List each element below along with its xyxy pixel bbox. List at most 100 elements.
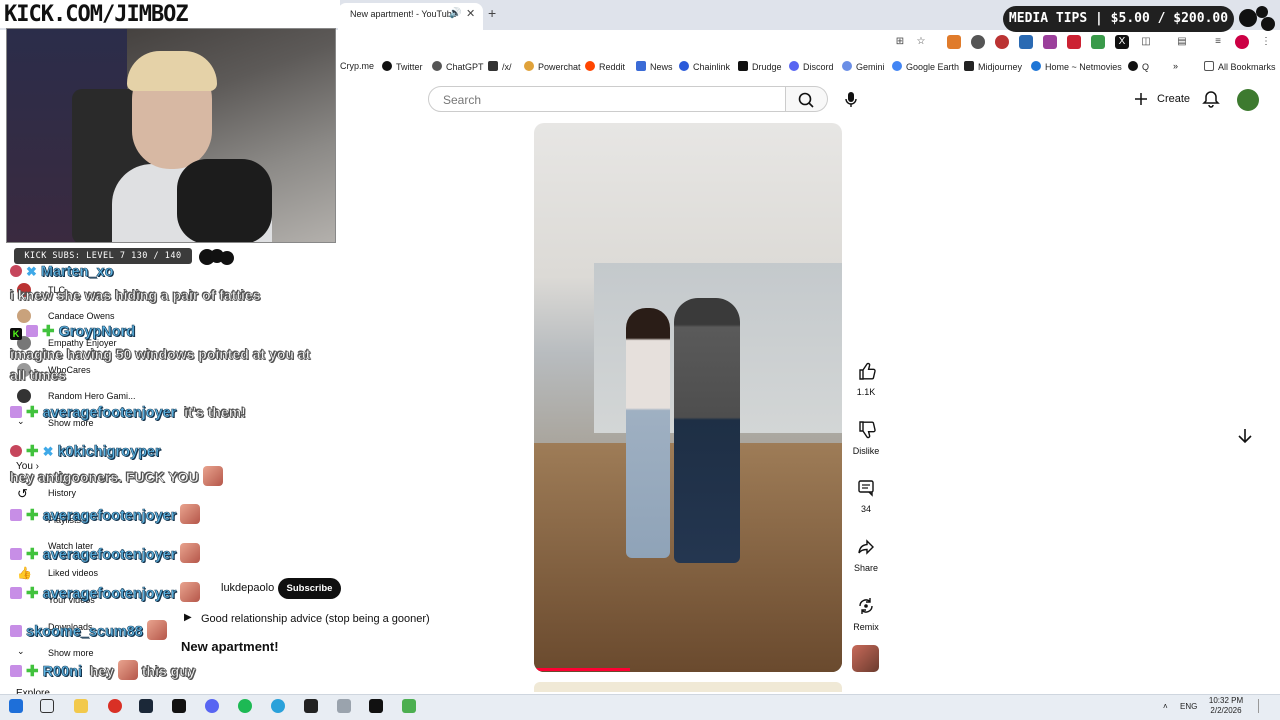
chevron-right-icon[interactable]: » xyxy=(1173,61,1178,71)
chevron-up-icon[interactable]: ˄ xyxy=(1163,702,1173,716)
video-progress-bar[interactable] xyxy=(534,668,630,671)
close-icon[interactable]: ✕ xyxy=(466,7,475,20)
star-icon[interactable]: ☆ xyxy=(914,35,928,49)
clock[interactable]: 10:32 PM 2/2/2026 xyxy=(1205,696,1247,716)
plus-icon[interactable]: + xyxy=(488,5,496,21)
plus-badge-icon: ✚ xyxy=(26,663,39,680)
comments-button[interactable]: 34 xyxy=(846,474,886,514)
x-icon[interactable]: X xyxy=(1115,35,1129,49)
share-button[interactable]: Share xyxy=(846,533,886,573)
verified-icon: ✖ xyxy=(26,264,37,279)
install-icon[interactable]: ⊞ xyxy=(893,35,907,49)
create-button[interactable]: Create xyxy=(1131,87,1191,111)
sidebar-item-history[interactable]: History xyxy=(48,488,76,498)
bookmark-item[interactable]: Reddit xyxy=(585,61,625,72)
shield-icon[interactable] xyxy=(971,35,985,49)
search-icon xyxy=(798,92,814,108)
bookmark-item[interactable]: Powerchat xyxy=(524,61,581,72)
bookmark-item[interactable]: /x/ xyxy=(488,61,512,72)
chrome-icon[interactable] xyxy=(108,699,122,713)
stream-url: КІСК.СОМ/ЈІМВОZ xyxy=(4,2,189,27)
bookmark-item[interactable]: Google Earth xyxy=(892,61,959,72)
sidebar-item-candace-owens[interactable]: Candace Owens xyxy=(48,311,115,321)
discord-icon[interactable] xyxy=(205,699,219,713)
sub-badge-icon xyxy=(10,548,22,560)
discord-icon xyxy=(789,61,799,71)
bookmark-item[interactable]: Twitter xyxy=(382,61,423,72)
app-icon[interactable] xyxy=(304,699,318,713)
bookmark-item[interactable]: Home ~ Netmovies xyxy=(1031,61,1122,72)
sidebar-item-random-hero[interactable]: Random Hero Gami... xyxy=(48,391,136,401)
avatar[interactable] xyxy=(1237,89,1259,111)
video-description[interactable]: Good relationship advice (stop being a g… xyxy=(201,613,430,625)
sub-badge-icon xyxy=(26,325,38,337)
search-button[interactable] xyxy=(786,86,828,112)
bookmark-item[interactable]: Q xyxy=(1128,61,1149,72)
remix-button[interactable]: Remix xyxy=(846,592,886,632)
extension-icon[interactable] xyxy=(1019,35,1033,49)
extension-icon[interactable] xyxy=(995,35,1009,49)
speaker-icon[interactable]: 🔊 xyxy=(449,8,461,19)
minecraft-icon[interactable] xyxy=(402,699,416,713)
emote-icon xyxy=(180,504,201,524)
language-indicator[interactable]: ENG xyxy=(1180,702,1197,711)
remix-label: Remix xyxy=(853,622,879,632)
bookmark-item[interactable]: Gemini xyxy=(842,61,885,72)
task-view-icon[interactable] xyxy=(40,699,54,713)
gemini-icon xyxy=(842,61,852,71)
kick-badge-icon: K xyxy=(10,328,22,340)
subs-goal-bar: KICK SUBS: LEVEL 7 130 / 140 xyxy=(14,248,192,264)
app-icon[interactable] xyxy=(337,699,351,713)
sound-thumbnail[interactable] xyxy=(852,645,879,672)
next-video-preview[interactable] xyxy=(534,682,842,692)
tab-title: New apartment! - YouTube xyxy=(350,9,457,19)
dislike-label: Dislike xyxy=(852,446,880,456)
channel-name[interactable]: lukdepaolo xyxy=(221,582,274,594)
file-explorer-icon[interactable] xyxy=(74,699,88,713)
bookmark-item[interactable]: ChatGPT xyxy=(432,61,484,72)
sidebar-item-liked-videos[interactable]: Liked videos xyxy=(48,568,98,578)
video-player[interactable] xyxy=(534,123,842,672)
extension-icon[interactable] xyxy=(1091,35,1105,49)
chat-message: all times xyxy=(10,367,67,384)
sidebar-show-more[interactable]: Show more xyxy=(48,648,94,658)
bookmark-item[interactable]: Discord xyxy=(789,61,834,72)
play-icon: ▶ xyxy=(184,612,192,623)
puzzle-icon[interactable]: ◫ xyxy=(1139,35,1153,49)
like-button[interactable]: 1.1K xyxy=(846,357,886,397)
sidepanel-icon[interactable]: ▤ xyxy=(1175,35,1189,49)
bookmark-item[interactable]: All Bookmarks xyxy=(1204,61,1276,72)
notifications-button[interactable] xyxy=(1201,89,1221,109)
more-icon[interactable]: ⋮ xyxy=(1259,35,1273,49)
x-icon xyxy=(382,61,392,71)
bookmark-item[interactable]: Midjourney xyxy=(964,61,1022,72)
clock-date: 2/2/2026 xyxy=(1210,706,1242,715)
bookmark-item[interactable]: Cryp.me xyxy=(340,61,374,71)
steam-icon[interactable] xyxy=(139,699,153,713)
obs-icon[interactable] xyxy=(369,699,383,713)
bookmark-item[interactable]: Drudge xyxy=(738,61,782,72)
show-desktop-icon[interactable] xyxy=(1258,699,1268,713)
next-video-button[interactable] xyxy=(1233,424,1257,448)
sub-badge-icon xyxy=(10,509,22,521)
mic-icon xyxy=(845,92,857,107)
extension-icon[interactable] xyxy=(1067,35,1081,49)
video-title: New apartment! xyxy=(181,639,279,654)
bookmark-item[interactable]: News xyxy=(636,61,673,72)
search-input[interactable]: Search xyxy=(428,86,786,112)
dislike-button[interactable]: Dislike xyxy=(846,416,886,456)
windows-start-icon[interactable] xyxy=(9,699,23,713)
plus-badge-icon: ✚ xyxy=(26,585,39,602)
telegram-icon[interactable] xyxy=(271,699,285,713)
spotify-icon[interactable] xyxy=(238,699,252,713)
webcam-microphone xyxy=(177,159,272,242)
tab-search-icon[interactable]: ≡ xyxy=(1211,35,1225,49)
mic-button[interactable] xyxy=(838,86,864,112)
metamask-icon[interactable] xyxy=(947,35,961,49)
subscribe-button[interactable]: Subscribe xyxy=(278,578,341,599)
profile-icon[interactable] xyxy=(1235,35,1249,49)
bookmark-item[interactable]: Chainlink xyxy=(679,61,730,72)
emote-icon xyxy=(180,543,201,563)
app-icon[interactable] xyxy=(172,699,186,713)
extension-icon[interactable] xyxy=(1043,35,1057,49)
